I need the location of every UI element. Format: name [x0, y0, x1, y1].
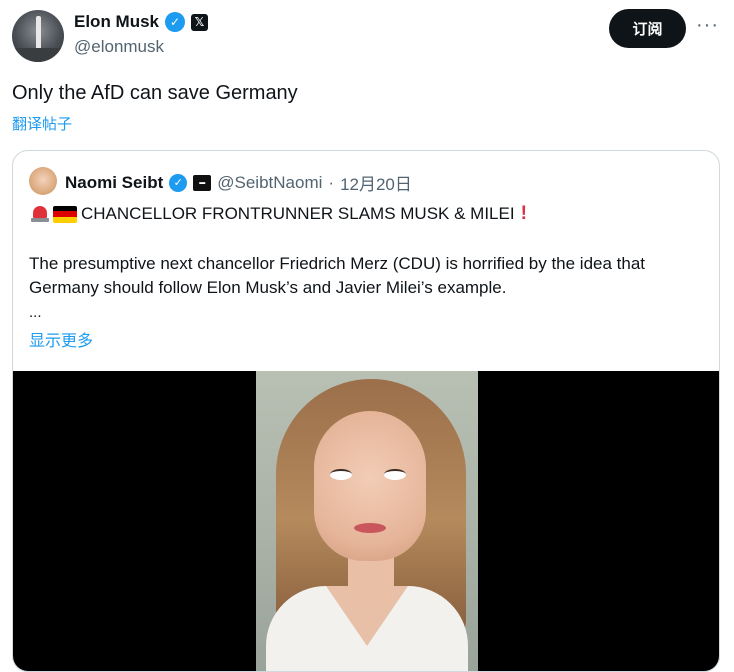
x-logo-icon[interactable]: 𝕏: [191, 13, 209, 31]
author-row: Elon Musk ✓ 𝕏: [74, 12, 209, 32]
author-name[interactable]: Elon Musk: [74, 12, 159, 32]
quoted-date: 12月20日: [340, 175, 412, 194]
lips-shape: [354, 523, 386, 533]
verified-badge-icon: ✓: [169, 173, 188, 192]
quoted-post-card[interactable]: Naomi Seibt ✓ ▬ @SeibtNaomi · 12月20日 CHA…: [12, 150, 720, 672]
author-handle[interactable]: @elonmusk: [74, 37, 164, 57]
quoted-headline: CHANCELLOR FRONTRUNNER SLAMS MUSK & MILE…: [29, 203, 527, 225]
show-more-link[interactable]: 显示更多: [29, 327, 93, 351]
quoted-ellipsis: ...: [29, 304, 42, 321]
subscribe-button[interactable]: 订阅: [609, 9, 686, 48]
translate-post-link[interactable]: 翻译帖子: [12, 113, 72, 134]
avatar-ground: [12, 48, 64, 62]
avatar[interactable]: [12, 10, 64, 62]
left-eye-shape: [330, 469, 352, 480]
quoted-header: Naomi Seibt ✓ ▬ @SeibtNaomi · 12月20日: [65, 170, 412, 195]
flag-germany-icon: [53, 205, 77, 223]
rocket-image: [36, 16, 41, 52]
siren-icon: [29, 204, 51, 224]
quoted-author-name: Naomi Seibt: [65, 172, 164, 192]
verified-badge-icon[interactable]: ✓: [165, 12, 186, 32]
tweet-text: Only the AfD can save Germany: [12, 82, 298, 104]
quoted-author-handle: @SeibtNaomi: [217, 172, 323, 192]
more-options-icon[interactable]: ···: [696, 14, 719, 37]
affiliation-badge-icon: ▬: [193, 174, 212, 191]
quoted-body: The presumptive next chancellor Friedric…: [29, 254, 646, 297]
separator-dot: ·: [328, 172, 335, 192]
face-shape: [314, 411, 426, 561]
video-thumbnail: [256, 371, 478, 671]
headline-text: CHANCELLOR FRONTRUNNER SLAMS MUSK & MILE…: [81, 204, 515, 223]
video-player[interactable]: [13, 371, 719, 671]
right-eye-shape: [384, 469, 406, 480]
quoted-avatar[interactable]: [29, 167, 57, 195]
exclamation-icon: !: [520, 203, 527, 224]
